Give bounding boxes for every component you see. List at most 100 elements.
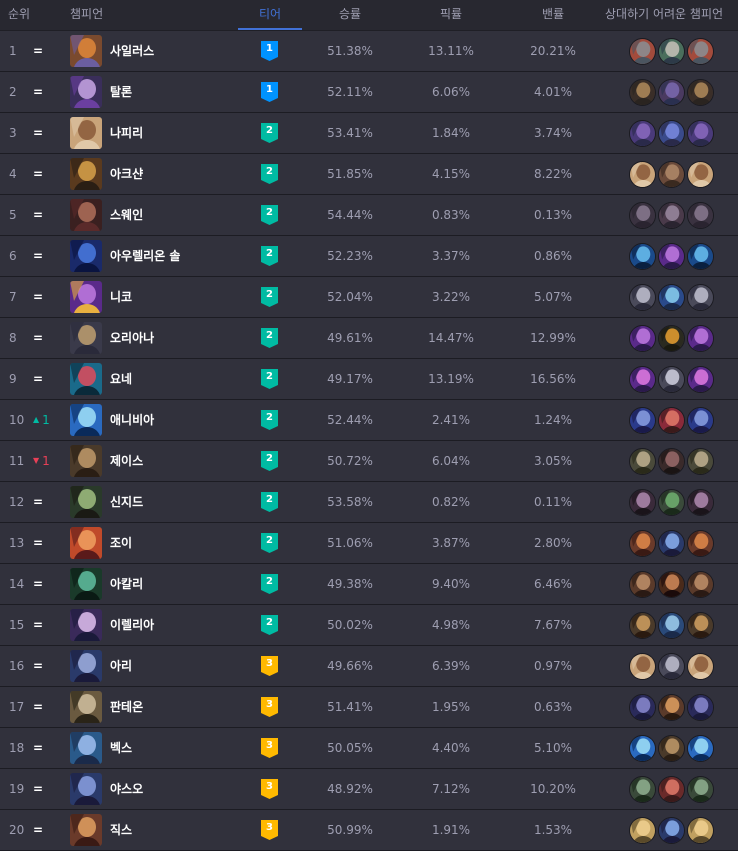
counter-champion-icon[interactable]: [687, 817, 714, 844]
table-row[interactable]: 11 ▼ 1 제이스 2 50.72% 6.04% 3.05%: [0, 441, 738, 482]
table-row[interactable]: 2 = 탈론 1 52.11% 6.06% 4.01%: [0, 72, 738, 113]
champion-portrait[interactable]: [70, 650, 102, 682]
champion-portrait[interactable]: [70, 445, 102, 477]
table-row[interactable]: 17 = 판테온 3 51.41% 1.95% 0.63%: [0, 687, 738, 728]
counter-champion-icon[interactable]: [658, 653, 685, 680]
table-row[interactable]: 13 = 조이 2 51.06% 3.87% 2.80%: [0, 523, 738, 564]
champion-name[interactable]: 제이스: [110, 441, 143, 481]
counter-champion-icon[interactable]: [687, 284, 714, 311]
header-tier[interactable]: 티어: [238, 0, 302, 30]
champion-portrait[interactable]: [70, 814, 102, 846]
table-row[interactable]: 20 = 직스 3 50.99% 1.91% 1.53%: [0, 810, 738, 851]
champion-name[interactable]: 판테온: [110, 687, 143, 727]
counter-champion-icon[interactable]: [687, 694, 714, 721]
counter-champion-icon[interactable]: [687, 79, 714, 106]
champion-portrait[interactable]: [70, 281, 102, 313]
counter-champion-icon[interactable]: [687, 735, 714, 762]
counter-champion-icon[interactable]: [629, 612, 656, 639]
champion-portrait[interactable]: [70, 117, 102, 149]
header-winrate[interactable]: 승률: [339, 0, 361, 30]
champion-name[interactable]: 스웨인: [110, 195, 143, 235]
champion-name[interactable]: 야스오: [110, 769, 143, 809]
counter-champion-icon[interactable]: [658, 366, 685, 393]
header-pickrate[interactable]: 픽률: [440, 0, 462, 30]
table-row[interactable]: 7 = 니코 2 52.04% 3.22% 5.07%: [0, 277, 738, 318]
counter-champion-icon[interactable]: [687, 530, 714, 557]
champion-portrait[interactable]: [70, 732, 102, 764]
champion-portrait[interactable]: [70, 691, 102, 723]
champion-portrait[interactable]: [70, 76, 102, 108]
counter-champion-icon[interactable]: [629, 325, 656, 352]
table-row[interactable]: 6 = 아우렐리온 솔 2 52.23% 3.37% 0.86%: [0, 236, 738, 277]
counter-champion-icon[interactable]: [658, 735, 685, 762]
counter-champion-icon[interactable]: [629, 735, 656, 762]
champion-name[interactable]: 아리: [110, 646, 132, 686]
counter-champion-icon[interactable]: [629, 817, 656, 844]
table-row[interactable]: 4 = 아크샨 2 51.85% 4.15% 8.22%: [0, 154, 738, 195]
champion-name[interactable]: 아칼리: [110, 564, 143, 604]
champion-portrait[interactable]: [70, 35, 102, 67]
counter-champion-icon[interactable]: [629, 161, 656, 188]
counter-champion-icon[interactable]: [658, 694, 685, 721]
counter-champion-icon[interactable]: [629, 120, 656, 147]
header-champion[interactable]: 챔피언: [70, 0, 103, 30]
counter-champion-icon[interactable]: [658, 120, 685, 147]
counter-champion-icon[interactable]: [658, 571, 685, 598]
table-row[interactable]: 19 = 야스오 3 48.92% 7.12% 10.20%: [0, 769, 738, 810]
counter-champion-icon[interactable]: [629, 38, 656, 65]
champion-portrait[interactable]: [70, 773, 102, 805]
champion-portrait[interactable]: [70, 158, 102, 190]
counter-champion-icon[interactable]: [629, 653, 656, 680]
counter-champion-icon[interactable]: [687, 612, 714, 639]
table-row[interactable]: 15 = 이렐리아 2 50.02% 4.98% 7.67%: [0, 605, 738, 646]
counter-champion-icon[interactable]: [658, 243, 685, 270]
champion-portrait[interactable]: [70, 527, 102, 559]
champion-portrait[interactable]: [70, 609, 102, 641]
counter-champion-icon[interactable]: [658, 325, 685, 352]
counter-champion-icon[interactable]: [629, 284, 656, 311]
champion-name[interactable]: 나피리: [110, 113, 143, 153]
table-row[interactable]: 5 = 스웨인 2 54.44% 0.83% 0.13%: [0, 195, 738, 236]
champion-portrait[interactable]: [70, 404, 102, 436]
counter-champion-icon[interactable]: [658, 530, 685, 557]
champion-portrait[interactable]: [70, 240, 102, 272]
counter-champion-icon[interactable]: [687, 161, 714, 188]
counter-champion-icon[interactable]: [687, 243, 714, 270]
counter-champion-icon[interactable]: [629, 530, 656, 557]
counter-champion-icon[interactable]: [687, 448, 714, 475]
champion-name[interactable]: 조이: [110, 523, 132, 563]
table-row[interactable]: 14 = 아칼리 2 49.38% 9.40% 6.46%: [0, 564, 738, 605]
champion-name[interactable]: 이렐리아: [110, 605, 154, 645]
champion-portrait[interactable]: [70, 199, 102, 231]
champion-name[interactable]: 애니비아: [110, 400, 154, 440]
counter-champion-icon[interactable]: [629, 571, 656, 598]
table-row[interactable]: 9 = 요네 2 49.17% 13.19% 16.56%: [0, 359, 738, 400]
table-row[interactable]: 18 = 벡스 3 50.05% 4.40% 5.10%: [0, 728, 738, 769]
counter-champion-icon[interactable]: [629, 366, 656, 393]
counter-champion-icon[interactable]: [629, 202, 656, 229]
champion-name[interactable]: 오리아나: [110, 318, 154, 358]
counter-champion-icon[interactable]: [687, 325, 714, 352]
header-banrate[interactable]: 밴률: [542, 0, 564, 30]
counter-champion-icon[interactable]: [629, 694, 656, 721]
counter-champion-icon[interactable]: [687, 366, 714, 393]
champion-portrait[interactable]: [70, 322, 102, 354]
champion-portrait[interactable]: [70, 363, 102, 395]
counter-champion-icon[interactable]: [658, 79, 685, 106]
counter-champion-icon[interactable]: [629, 243, 656, 270]
champion-name[interactable]: 요네: [110, 359, 132, 399]
counter-champion-icon[interactable]: [658, 612, 685, 639]
champion-name[interactable]: 니코: [110, 277, 132, 317]
counter-champion-icon[interactable]: [658, 407, 685, 434]
champion-name[interactable]: 신지드: [110, 482, 143, 522]
counter-champion-icon[interactable]: [658, 817, 685, 844]
counter-champion-icon[interactable]: [687, 571, 714, 598]
champion-name[interactable]: 탈론: [110, 72, 132, 112]
counter-champion-icon[interactable]: [658, 38, 685, 65]
champion-portrait[interactable]: [70, 568, 102, 600]
table-row[interactable]: 12 = 신지드 2 53.58% 0.82% 0.11%: [0, 482, 738, 523]
counter-champion-icon[interactable]: [687, 38, 714, 65]
champion-portrait[interactable]: [70, 486, 102, 518]
counter-champion-icon[interactable]: [687, 120, 714, 147]
counter-champion-icon[interactable]: [687, 202, 714, 229]
